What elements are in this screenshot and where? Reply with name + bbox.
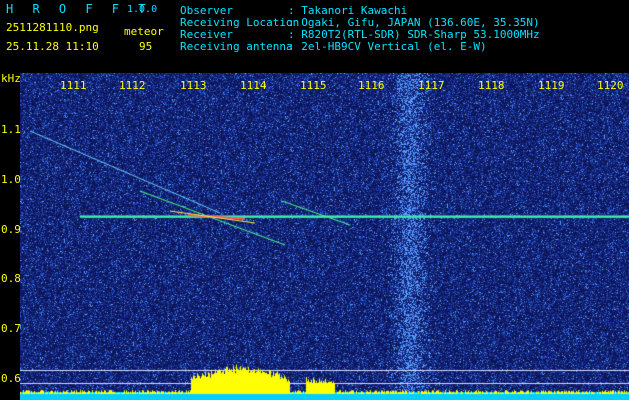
detection-label: meteor xyxy=(124,25,164,38)
time-tick-1119: 1119 xyxy=(538,79,565,92)
time-tick-1116: 1116 xyxy=(358,79,385,92)
detection-count: 95 xyxy=(139,40,153,53)
header-panel: H R O F F T 1.0.0 2511281110.png 25.11.2… xyxy=(0,0,629,72)
spectrogram-canvas xyxy=(20,73,629,400)
file-name: 2511281110.png xyxy=(6,21,99,34)
time-tick-1118: 1118 xyxy=(478,79,505,92)
y-axis-unit: kHz xyxy=(1,72,21,85)
freq-tick-0.8: 0.8 xyxy=(1,272,21,285)
time-tick-1111: 1111 xyxy=(60,79,87,92)
time-tick-1113: 1113 xyxy=(180,79,207,92)
freq-tick-1.0: 1.0 xyxy=(1,173,21,186)
time-tick-1112: 1112 xyxy=(119,79,146,92)
freq-tick-1.1: 1.1 xyxy=(1,123,21,136)
info-label-antenna: Receiving antenna xyxy=(180,40,293,53)
file-timestamp: 25.11.28 11:10 xyxy=(6,40,99,53)
time-tick-1114: 1114 xyxy=(240,79,267,92)
time-tick-1117: 1117 xyxy=(418,79,445,92)
info-value-antenna: : 2el-HB9CV Vertical (el. E-W) xyxy=(288,40,487,53)
freq-tick-0.7: 0.7 xyxy=(1,322,21,335)
time-tick-1115: 1115 xyxy=(300,79,327,92)
freq-tick-0.6: 0.6 xyxy=(1,372,21,385)
freq-tick-0.9: 0.9 xyxy=(1,223,21,236)
app-version: 1.0.0 xyxy=(127,4,158,15)
spectrogram xyxy=(20,73,629,400)
time-tick-1120: 1120 xyxy=(597,79,624,92)
